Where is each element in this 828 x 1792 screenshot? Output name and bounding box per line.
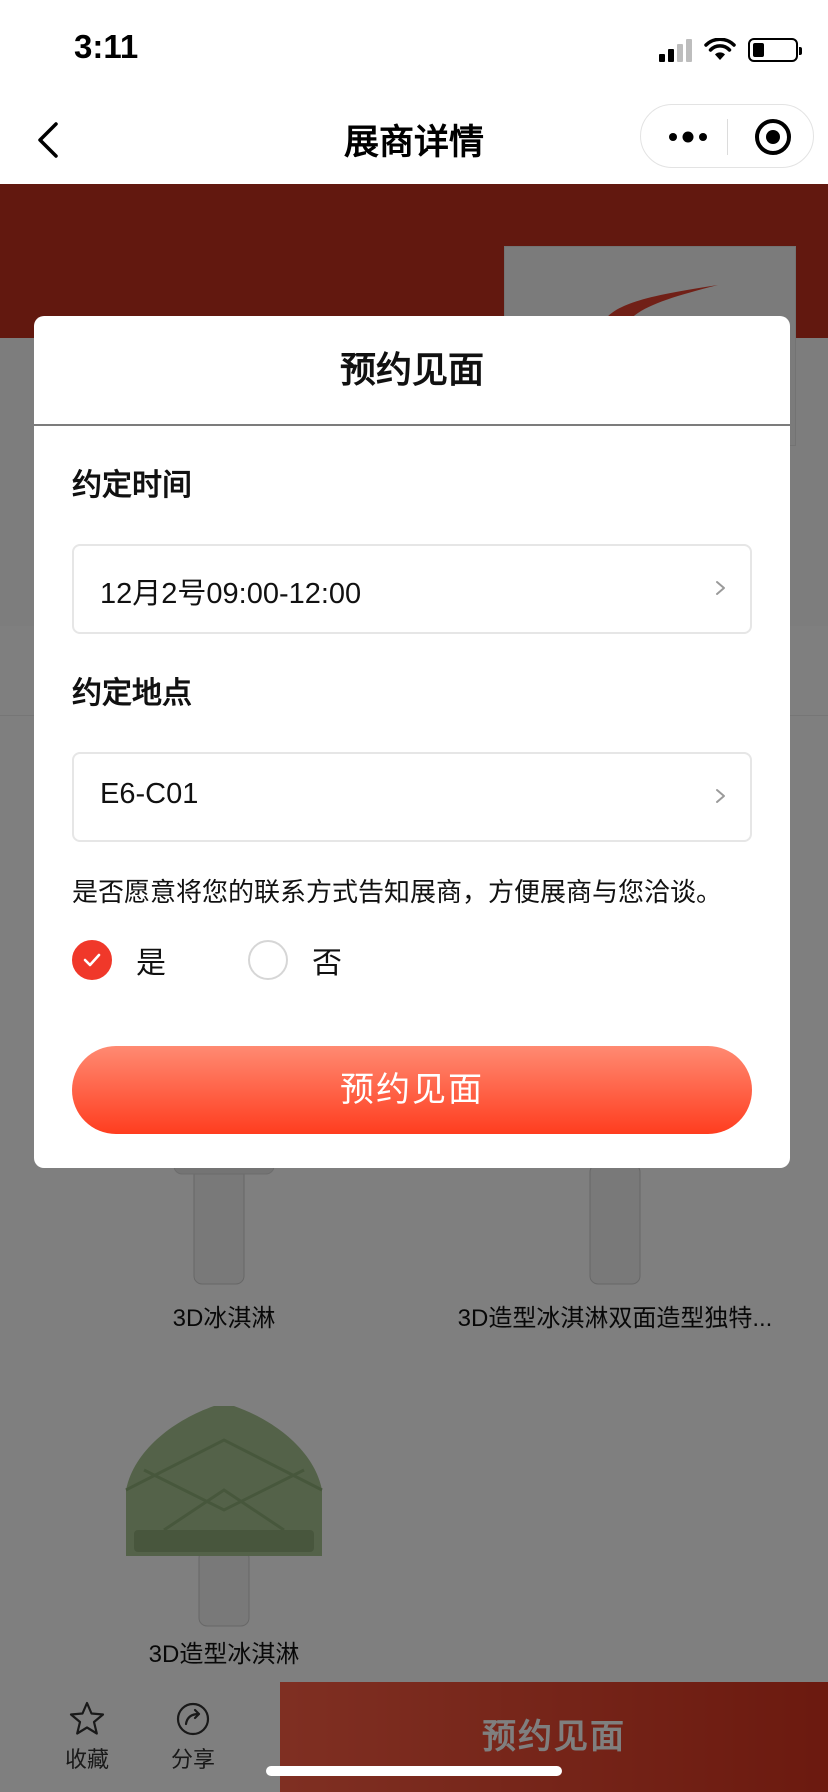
status-icons (659, 36, 802, 64)
time-value: 12月2号09:00-12:00 (100, 578, 362, 610)
wifi-icon (704, 38, 736, 60)
chevron-right-icon (716, 581, 725, 595)
radio-no[interactable]: 否 (248, 940, 342, 981)
dialog-title: 预约见面 (34, 316, 790, 426)
chevron-right-icon (716, 789, 725, 803)
book-meeting-dialog: 预约见面 约定时间 12月2号09:00-12:00 约定地点 E6-C01 是… (34, 316, 790, 1168)
target-circle-icon[interactable] (755, 119, 791, 155)
place-value: E6-C01 (100, 778, 199, 810)
miniapp-capsule (640, 104, 814, 168)
more-dots-icon[interactable] (667, 125, 709, 149)
book-meeting-submit-button[interactable]: 预约见面 (72, 1046, 752, 1134)
home-indicator (266, 1766, 562, 1776)
place-label: 约定地点 (72, 676, 192, 711)
status-time: 3:11 (74, 28, 139, 65)
time-picker[interactable]: 12月2号09:00-12:00 (72, 544, 752, 634)
capsule-divider (727, 119, 728, 155)
time-label: 约定时间 (72, 468, 192, 503)
radio-unchecked-icon (248, 940, 288, 980)
radio-yes-label: 是 (136, 946, 166, 981)
place-picker[interactable]: E6-C01 (72, 752, 752, 842)
status-bar: 3:11 (0, 0, 828, 96)
radio-checked-icon (72, 940, 112, 980)
battery-icon (748, 38, 802, 62)
radio-yes[interactable]: 是 (72, 940, 166, 981)
consent-text: 是否愿意将您的联系方式告知展商，方便展商与您洽谈。 (72, 878, 723, 908)
cellular-signal-icon (659, 38, 692, 62)
radio-no-label: 否 (312, 946, 342, 981)
nav-bar: 展商详情 (0, 96, 828, 184)
